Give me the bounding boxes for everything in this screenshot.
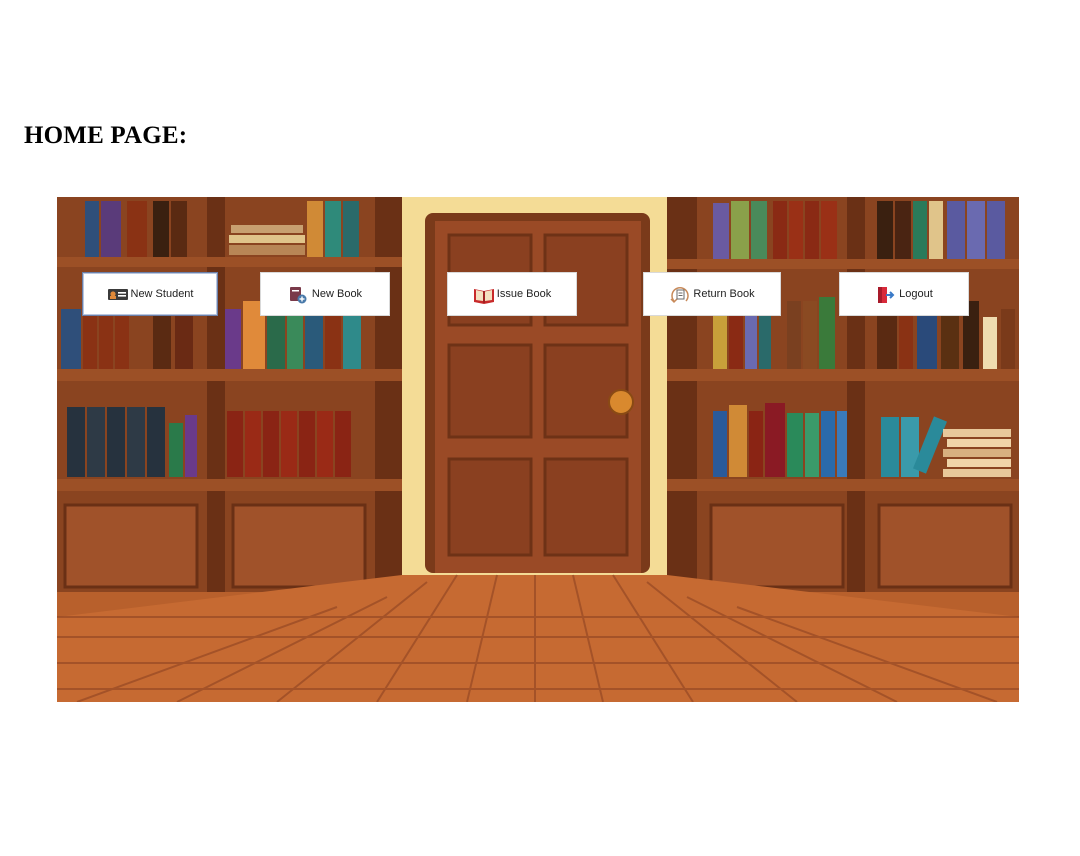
library-background-scene: New Student New Book Issue Book Return B… bbox=[57, 197, 1019, 702]
student-id-card-icon bbox=[107, 285, 128, 303]
issue-book-label: Issue Book bbox=[496, 288, 552, 300]
return-document-icon bbox=[669, 285, 690, 304]
open-book-icon bbox=[473, 285, 494, 304]
left-bookcase bbox=[57, 197, 402, 597]
logout-door-icon bbox=[875, 285, 895, 303]
logout-label: Logout bbox=[899, 288, 933, 300]
tiled-floor bbox=[57, 574, 1019, 702]
new-student-button[interactable]: New Student bbox=[82, 272, 218, 316]
logout-button[interactable]: Logout bbox=[839, 272, 969, 316]
new-book-button[interactable]: New Book bbox=[260, 272, 390, 316]
right-bookcase bbox=[667, 197, 1019, 597]
return-book-button[interactable]: Return Book bbox=[643, 272, 781, 316]
page-heading: HOME PAGE: bbox=[24, 122, 188, 149]
add-book-icon bbox=[288, 285, 307, 304]
return-book-label: Return Book bbox=[693, 288, 755, 300]
new-book-label: New Book bbox=[311, 288, 363, 300]
issue-book-button[interactable]: Issue Book bbox=[447, 272, 577, 316]
new-student-label: New Student bbox=[130, 288, 194, 300]
door-knob bbox=[608, 389, 634, 415]
